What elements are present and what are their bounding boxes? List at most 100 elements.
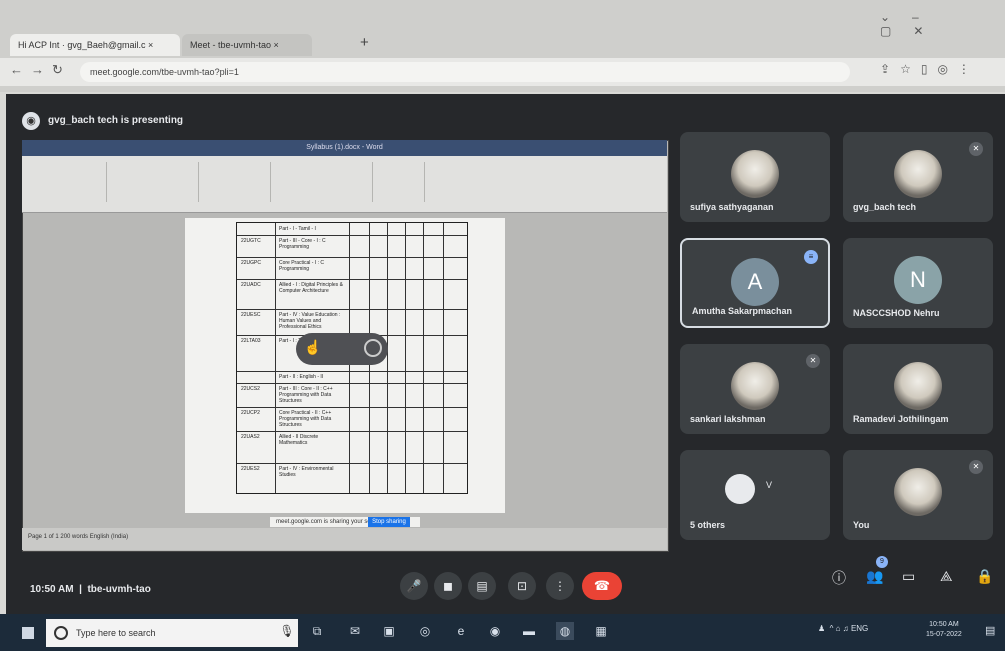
browser-toolbar-icons[interactable]: ⇪☆▯◎⋮ bbox=[880, 62, 980, 76]
edge-icon[interactable]: ◎ bbox=[416, 622, 434, 640]
mail-icon[interactable]: ✉ bbox=[346, 622, 364, 640]
star-icon[interactable]: ☆ bbox=[900, 62, 921, 76]
table-row: 22UES2 Part - IV : Environmental Studies bbox=[241, 466, 334, 478]
clock-time: 10:50 AM bbox=[929, 621, 959, 628]
system-tray[interactable]: ♟ ^ ⌂ ♫ ENG bbox=[818, 624, 868, 633]
people-count-badge: 9 bbox=[876, 556, 888, 568]
meeting-time: 10:50 AM bbox=[30, 584, 74, 595]
profile-icon[interactable]: ◎ bbox=[937, 62, 957, 76]
search-placeholder: Type here to search bbox=[76, 628, 156, 638]
captions-icon[interactable]: ▤ bbox=[468, 572, 496, 600]
participant-tile[interactable]: ✕ sankari lakshman bbox=[680, 344, 830, 434]
tab-label: Hi ACP Int · gvg_Baeh@gmail.c × bbox=[18, 40, 154, 50]
nav-buttons[interactable]: ←→↻ bbox=[10, 62, 71, 78]
browser-tab-1[interactable]: Hi ACP Int · gvg_Baeh@gmail.c × bbox=[10, 34, 180, 56]
info-icon[interactable]: ⓘ bbox=[832, 568, 846, 588]
people-icon[interactable]: 👥 bbox=[866, 568, 883, 585]
presenter-banner: gvg_bach tech is presenting bbox=[48, 115, 184, 126]
status-text: Page 1 of 1 200 words English (India) bbox=[28, 534, 129, 540]
participant-name: sankari lakshman bbox=[690, 414, 766, 424]
table-row: 22UESC Part - IV : Value Education : Huma… bbox=[237, 309, 467, 336]
word-title-bar: Syllabus (1).docx - Word bbox=[22, 140, 667, 156]
participant-photo bbox=[894, 468, 942, 516]
camera-icon[interactable]: ◼ bbox=[434, 572, 462, 600]
activities-icon[interactable]: ⟁ bbox=[940, 568, 953, 585]
taskbar-clock[interactable]: 10:50 AM 15-07-2022 bbox=[926, 620, 962, 640]
table-row: 22UCS2 Part - III : Core - II : C++ Progr… bbox=[237, 383, 467, 408]
participant-photo bbox=[731, 362, 779, 410]
table-row: 22UGTC Part - III - Core - I : C Programm… bbox=[237, 235, 467, 258]
share-icon[interactable]: ⇪ bbox=[880, 62, 900, 76]
language-indicator[interactable]: ENG bbox=[851, 624, 868, 633]
participant-photo bbox=[894, 362, 942, 410]
others-tile[interactable]: V 5 others bbox=[680, 450, 830, 540]
more-icon[interactable]: ⋮ bbox=[546, 572, 574, 600]
others-chevron-icon: V bbox=[766, 480, 773, 490]
windows-start-icon[interactable] bbox=[22, 627, 34, 639]
presenter-avatar-icon: ◉ bbox=[22, 112, 40, 130]
meeting-time-code: 10:50 AM | tbe-uvmh-tao bbox=[30, 584, 151, 595]
participant-avatar: A bbox=[731, 258, 779, 306]
chat-icon[interactable]: ▭ bbox=[902, 568, 915, 585]
folder-icon[interactable]: ▬ bbox=[520, 622, 538, 640]
chrome-icon[interactable]: ◍ bbox=[556, 622, 574, 640]
present-icon[interactable]: ⊡ bbox=[508, 572, 536, 600]
store-icon[interactable]: ▣ bbox=[380, 622, 398, 640]
browser-tab-2[interactable]: Meet - tbe-uvmh-tao × bbox=[182, 34, 312, 56]
pointer-icon[interactable]: ☝ bbox=[304, 339, 321, 356]
meeting-code: tbe-uvmh-tao bbox=[87, 584, 151, 595]
notification-icon[interactable]: ▤ bbox=[985, 624, 995, 637]
others-avatar bbox=[725, 474, 755, 504]
new-tab-button[interactable]: + bbox=[360, 34, 369, 51]
participant-photo bbox=[731, 150, 779, 198]
chevron-up-icon[interactable]: ^ bbox=[830, 624, 834, 633]
end-call-button[interactable]: ☎ bbox=[582, 572, 622, 600]
participant-name: gvg_bach tech bbox=[853, 202, 917, 212]
forward-icon[interactable]: → bbox=[31, 62, 52, 77]
participant-name: NASCCSHOD Nehru bbox=[853, 308, 940, 318]
mic-off-icon: ✕ bbox=[806, 354, 820, 368]
self-tile[interactable]: ✕ You bbox=[843, 450, 993, 540]
menu-icon[interactable]: ⋮ bbox=[958, 62, 980, 76]
ie-icon[interactable]: e bbox=[452, 622, 470, 640]
address-bar[interactable]: meet.google.com/tbe-uvmh-tao?pli=1 bbox=[80, 62, 850, 82]
reload-icon[interactable]: ↻ bbox=[52, 62, 71, 77]
participant-tile[interactable]: ✕ gvg_bach tech bbox=[843, 132, 993, 222]
sidepanel-icon[interactable]: ▯ bbox=[921, 62, 938, 76]
table-row: 22UGPC Core Practical - I : C Programming bbox=[237, 257, 467, 280]
speaking-icon: ≡ bbox=[804, 250, 818, 264]
table-row: 22UADC Allied - I : Digital Principles & … bbox=[237, 279, 467, 310]
person-icon[interactable]: ♟ bbox=[818, 624, 825, 633]
search-icon bbox=[54, 626, 68, 640]
clock-date: 15-07-2022 bbox=[926, 631, 962, 638]
back-icon[interactable]: ← bbox=[10, 62, 31, 77]
window-controls[interactable]: ⌄–▢✕ bbox=[880, 10, 1005, 38]
network-icon[interactable]: ⌂ bbox=[836, 624, 841, 633]
participant-tile-active[interactable]: A ≡ Amutha Sakarpmachan bbox=[680, 238, 830, 328]
host-controls-icon[interactable]: 🔒 bbox=[976, 568, 993, 585]
table-row: 22UAS2 Allied - II Discrete Mathematics bbox=[237, 431, 467, 464]
firefox-icon[interactable]: ◉ bbox=[486, 622, 504, 640]
mic-icon[interactable]: 🎤 bbox=[400, 572, 428, 600]
table-row: 22UCP2 Core Practical - II : C++ Programm… bbox=[237, 407, 467, 432]
participant-name: Ramadevi Jothilingam bbox=[853, 414, 949, 424]
participant-tile[interactable]: N NASCCSHOD Nehru bbox=[843, 238, 993, 328]
participant-tile[interactable]: sufiya sathyaganan bbox=[680, 132, 830, 222]
overlay-circle-icon[interactable] bbox=[364, 339, 382, 357]
mic-off-icon: ✕ bbox=[969, 142, 983, 156]
tab-label: Meet - tbe-uvmh-tao × bbox=[190, 40, 279, 50]
participant-photo bbox=[894, 150, 942, 198]
app-icon[interactable]: ▦ bbox=[592, 622, 610, 640]
microphone-icon[interactable]: 🎙 bbox=[278, 622, 296, 640]
participant-name: Amutha Sakarpmachan bbox=[692, 306, 793, 316]
volume-icon[interactable]: ♫ bbox=[843, 624, 849, 633]
participant-tile[interactable]: Ramadevi Jothilingam bbox=[843, 344, 993, 434]
participant-name: You bbox=[853, 520, 870, 530]
participant-name: 5 others bbox=[690, 520, 726, 530]
participant-name: sufiya sathyaganan bbox=[690, 202, 774, 212]
participant-avatar: N bbox=[894, 256, 942, 304]
task-view-icon[interactable]: ⧉ bbox=[308, 622, 326, 640]
word-status-bar: Page 1 of 1 200 words English (India) bbox=[22, 528, 667, 550]
stop-sharing-button[interactable]: Stop sharing bbox=[368, 517, 410, 527]
word-ribbon bbox=[22, 156, 667, 213]
